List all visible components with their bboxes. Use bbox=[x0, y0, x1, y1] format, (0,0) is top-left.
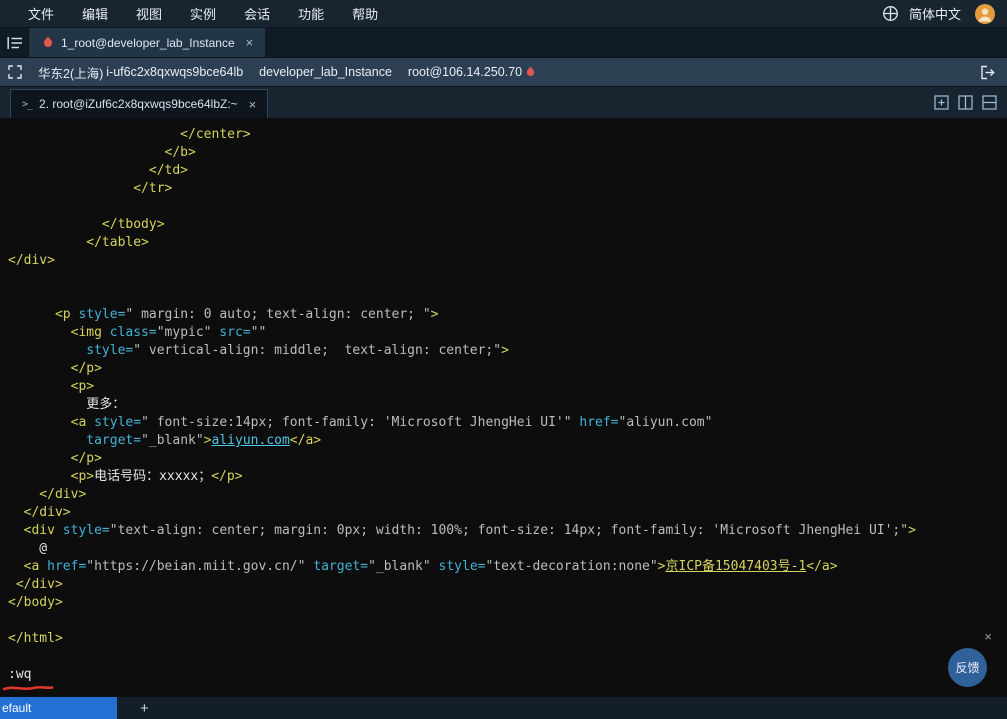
terminal-tab-label: 2. root@iZuf6c2x8qxwqs9bce64lbZ:~ bbox=[39, 97, 238, 111]
terminal-line: @ bbox=[8, 541, 48, 556]
session-list-button[interactable] bbox=[0, 28, 30, 57]
terminal-line: </center> bbox=[8, 127, 251, 142]
terminal-line: target="_blank">aliyun.com</a> bbox=[8, 433, 322, 448]
session-list-icon bbox=[6, 36, 23, 50]
add-terminal-icon[interactable]: + bbox=[140, 701, 149, 716]
session-flame-icon bbox=[42, 36, 54, 49]
user-host-label: root@106.14.250.70 bbox=[407, 65, 523, 79]
terminal-line: style=" vertical-align: middle; text-ali… bbox=[8, 343, 509, 358]
terminal-line: <p> bbox=[8, 379, 95, 394]
terminal-line: </p> bbox=[8, 361, 102, 376]
menu-item-file[interactable]: 文件 bbox=[14, 0, 68, 27]
terminal-line: <p style=" margin: 0 auto; text-align: c… bbox=[8, 307, 439, 322]
menu-item-edit[interactable]: 编辑 bbox=[68, 0, 122, 27]
language-globe-icon[interactable] bbox=[882, 5, 899, 22]
user-avatar[interactable] bbox=[975, 3, 995, 24]
menu-item-features[interactable]: 功能 bbox=[284, 0, 338, 27]
session-tab-label: 1_root@developer_lab_Instance bbox=[61, 35, 235, 50]
fullscreen-icon[interactable] bbox=[8, 65, 22, 79]
profile-tab-default[interactable]: efault bbox=[0, 697, 117, 719]
instance-name: developer_lab_Instance bbox=[259, 65, 392, 79]
feedback-button[interactable]: 反馈 bbox=[948, 648, 987, 687]
terminal-line: </div> bbox=[8, 577, 63, 592]
terminal-line: </table> bbox=[8, 235, 149, 250]
instance-user-host: root@106.14.250.70 bbox=[408, 65, 536, 79]
instance-region: 华东2(上海) i-uf6c2x8qxwqs9bce64lb bbox=[38, 63, 243, 82]
terminal-content[interactable]: </center> </b> </td> </tr> </tbody> </ta… bbox=[0, 119, 1007, 697]
instance-name-label: developer_lab_Instance bbox=[259, 65, 392, 79]
detach-session-icon[interactable] bbox=[980, 65, 997, 80]
status-bar: efault + bbox=[0, 697, 1007, 719]
terminal-line: :wq bbox=[8, 667, 32, 682]
terminal-line: <p>电话号码：xxxxx；</p> bbox=[8, 469, 243, 484]
terminal-line: </div> bbox=[8, 505, 71, 520]
terminal-line: </p> bbox=[8, 451, 102, 466]
split-horizontal-icon[interactable] bbox=[982, 95, 997, 110]
terminal-line: </b> bbox=[8, 145, 196, 160]
terminal-line: <a style=" font-size:14px; font-family: … bbox=[8, 415, 713, 430]
terminal-line: </body> bbox=[8, 595, 63, 610]
session-tab-bar: 1_root@developer_lab_Instance × bbox=[0, 28, 1007, 58]
menu-item-view[interactable]: 视图 bbox=[122, 0, 176, 27]
terminal-tab-active[interactable]: >_ 2. root@iZuf6c2x8qxwqs9bce64lbZ:~ × bbox=[10, 89, 269, 118]
session-tab-active[interactable]: 1_root@developer_lab_Instance × bbox=[30, 28, 266, 57]
menu-item-session[interactable]: 会话 bbox=[230, 0, 284, 27]
terminal-line: <a href="https://beian.miit.gov.cn/" tar… bbox=[8, 559, 838, 574]
terminal-line: </tr> bbox=[8, 181, 173, 196]
session-tab-close-icon[interactable]: × bbox=[246, 35, 254, 50]
workbench-window: 文件 编辑 视图 实例 会话 功能 帮助 简体中文 1_root@develop… bbox=[0, 0, 1007, 719]
terminal-line: </div> bbox=[8, 487, 87, 502]
terminal-line: <img class="mypic" src="" bbox=[8, 325, 267, 340]
terminal-line: </td> bbox=[8, 163, 189, 178]
terminal-line: </div> bbox=[8, 253, 55, 268]
annotation-red-underline bbox=[2, 685, 54, 691]
terminal-line: </tbody> bbox=[8, 217, 165, 232]
terminal-line: <div style="text-align: center; margin: … bbox=[8, 523, 916, 538]
menu-bar: 文件 编辑 视图 实例 会话 功能 帮助 简体中文 bbox=[0, 0, 1007, 28]
region-label: 华东2(上海) bbox=[38, 66, 104, 81]
terminal-tab-bar: >_ 2. root@iZuf6c2x8qxwqs9bce64lbZ:~ × bbox=[0, 87, 1007, 119]
terminal-prompt-icon: >_ bbox=[22, 98, 33, 110]
terminal-line: </html> bbox=[8, 631, 63, 646]
instance-id-label: i-uf6c2x8qxwqs9bce64lb bbox=[106, 65, 244, 79]
instance-info-bar: 华东2(上海) i-uf6c2x8qxwqs9bce64lb developer_… bbox=[0, 58, 1007, 87]
new-pane-icon[interactable] bbox=[934, 95, 949, 110]
menu-item-instance[interactable]: 实例 bbox=[176, 0, 230, 27]
language-label[interactable]: 简体中文 bbox=[909, 4, 961, 23]
terminal-line: 更多： bbox=[8, 397, 126, 412]
terminal-tab-close-icon[interactable]: × bbox=[249, 97, 257, 112]
menu-item-help[interactable]: 帮助 bbox=[338, 0, 392, 27]
feedback-close-icon[interactable]: × bbox=[984, 630, 992, 643]
host-flame-icon bbox=[525, 66, 536, 78]
split-vertical-icon[interactable] bbox=[958, 95, 973, 110]
